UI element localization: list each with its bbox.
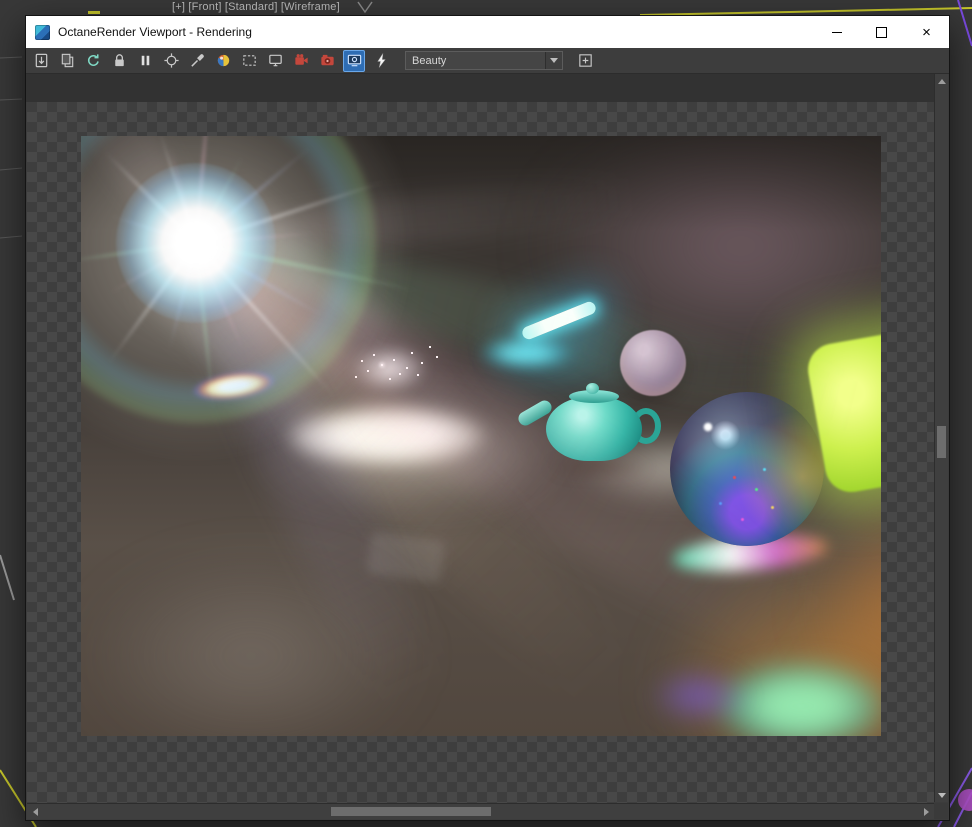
- close-button[interactable]: ×: [904, 16, 949, 48]
- render-toolbar: Beauty: [26, 48, 949, 74]
- pick-focus-button[interactable]: [161, 51, 181, 71]
- render-pass-selected: Beauty: [412, 54, 447, 67]
- horizontal-scroll-thumb[interactable]: [331, 807, 491, 816]
- scroll-right-button[interactable]: [918, 804, 934, 819]
- save-render-button[interactable]: [31, 51, 51, 71]
- expand-viewport-button[interactable]: [575, 51, 595, 71]
- arrow-left-icon: [32, 807, 38, 816]
- dropdown-arrow[interactable]: [545, 52, 562, 69]
- toolbar-buttons: [31, 49, 391, 72]
- close-icon: ×: [922, 23, 931, 41]
- max-viewport-label[interactable]: [+] [Front] [Standard] [Wireframe]: [172, 1, 340, 13]
- render-pass-dropdown[interactable]: Beauty: [405, 51, 563, 70]
- copy-image-button[interactable]: [57, 51, 77, 71]
- maximize-button[interactable]: [859, 16, 904, 48]
- glass-sphere-caustic-dots: [733, 476, 736, 479]
- arrow-up-icon: [937, 78, 946, 84]
- scroll-left-button[interactable]: [27, 804, 43, 819]
- minimize-icon: [831, 31, 842, 33]
- window-titlebar[interactable]: OctaneRender Viewport - Rendering ×: [26, 16, 949, 48]
- film-camera-button[interactable]: [291, 51, 311, 71]
- pause-render-button[interactable]: [135, 51, 155, 71]
- render-camera-button[interactable]: [317, 51, 337, 71]
- scroll-up-button[interactable]: [935, 74, 948, 88]
- chevron-down-icon: [550, 58, 558, 63]
- arrow-right-icon: [923, 807, 929, 816]
- render-viewport[interactable]: [27, 102, 934, 803]
- pick-material-button[interactable]: [213, 51, 233, 71]
- arrow-down-icon: [937, 792, 946, 798]
- lock-viewport-button[interactable]: [343, 49, 365, 72]
- sun-core: [116, 163, 276, 323]
- teapot-knob: [586, 383, 599, 394]
- horizontal-scrollbar[interactable]: [27, 803, 934, 819]
- glass-sphere-specular: [703, 422, 713, 432]
- lock-resolution-button[interactable]: [109, 51, 129, 71]
- octane-render-window: OctaneRender Viewport - Rendering × Beau…: [25, 15, 950, 821]
- pick-white-balance-button[interactable]: [187, 51, 207, 71]
- render-region-button[interactable]: [239, 51, 259, 71]
- render-display-button[interactable]: [265, 51, 285, 71]
- render-image: [81, 136, 881, 736]
- app-icon: [35, 24, 50, 40]
- window-title: OctaneRender Viewport - Rendering: [58, 25, 252, 39]
- maximize-icon: [876, 26, 887, 38]
- vertical-scrollbar[interactable]: [934, 74, 948, 802]
- vertical-scroll-thumb[interactable]: [937, 426, 946, 458]
- interactive-mode-button[interactable]: [371, 51, 391, 71]
- restart-render-button[interactable]: [83, 51, 103, 71]
- minimize-button[interactable]: [814, 16, 859, 48]
- scrollbar-corner: [934, 803, 948, 819]
- render-statusbar: Smp/px: 6000/6000/6000. Samp/s: 0,000M. …: [26, 74, 934, 102]
- scroll-down-button[interactable]: [935, 788, 948, 802]
- toolbar-right-buttons: [575, 51, 595, 71]
